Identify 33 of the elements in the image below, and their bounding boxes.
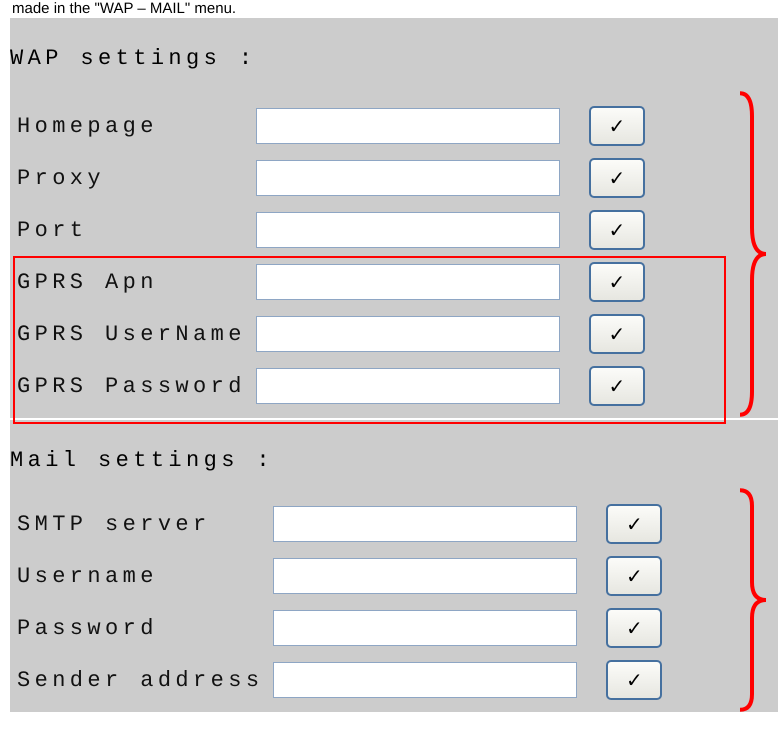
confirm-button[interactable]: ✓ bbox=[588, 314, 645, 354]
input-field[interactable] bbox=[273, 558, 578, 594]
input-field[interactable] bbox=[273, 610, 578, 646]
confirm-button[interactable]: ✓ bbox=[588, 106, 645, 146]
field-label: Port bbox=[17, 218, 88, 242]
input-field[interactable] bbox=[256, 160, 560, 196]
caption-text: made in the "WAP – MAIL" menu. bbox=[11, 0, 238, 18]
section-title: Mail settings : bbox=[10, 448, 276, 474]
confirm-button[interactable]: ✓ bbox=[588, 210, 645, 250]
field-label: Homepage bbox=[17, 114, 159, 138]
section-title: WAP settings : bbox=[10, 46, 258, 72]
input-field[interactable] bbox=[256, 316, 560, 352]
confirm-button[interactable]: ✓ bbox=[588, 158, 645, 198]
input-field[interactable] bbox=[256, 368, 560, 404]
confirm-button[interactable]: ✓ bbox=[606, 504, 662, 544]
field-label: Proxy bbox=[17, 166, 106, 190]
confirm-button[interactable]: ✓ bbox=[588, 262, 645, 302]
confirm-button[interactable]: ✓ bbox=[606, 608, 662, 648]
input-field[interactable] bbox=[256, 212, 560, 248]
input-field[interactable] bbox=[256, 264, 560, 300]
field-label: GPRS UserName bbox=[17, 322, 246, 346]
field-label: GPRS Password bbox=[17, 374, 246, 398]
field-label: Username bbox=[17, 564, 159, 588]
field-label: Sender address bbox=[17, 668, 264, 692]
input-field[interactable] bbox=[273, 506, 578, 542]
field-label: GPRS Apn bbox=[17, 270, 159, 294]
confirm-button[interactable]: ✓ bbox=[606, 660, 662, 700]
input-field[interactable] bbox=[273, 662, 578, 698]
field-label: Password bbox=[17, 616, 159, 640]
input-field[interactable] bbox=[256, 108, 560, 144]
field-label: SMTP server bbox=[17, 512, 212, 536]
confirm-button[interactable]: ✓ bbox=[606, 556, 662, 596]
confirm-button[interactable]: ✓ bbox=[588, 366, 645, 406]
